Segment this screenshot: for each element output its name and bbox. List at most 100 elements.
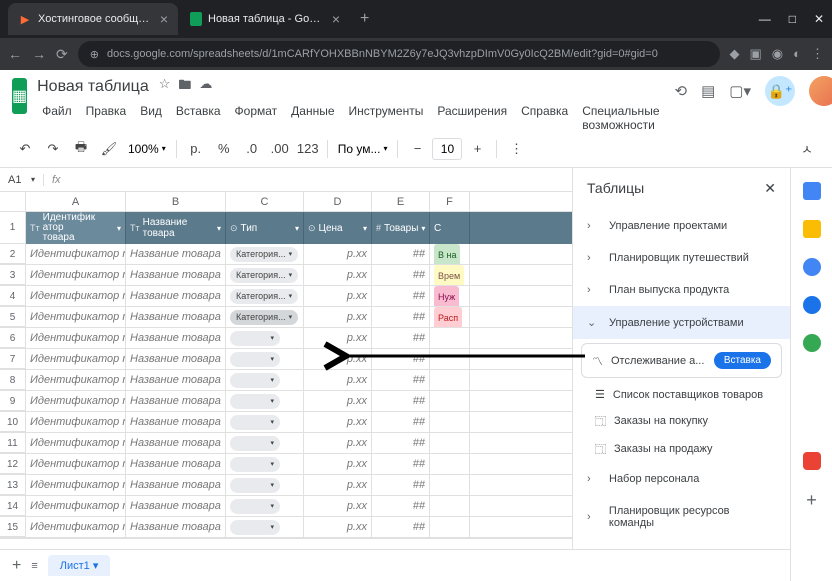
cell[interactable]: ▾ [226, 328, 304, 348]
cell[interactable]: Идентификатор това [26, 475, 126, 495]
cell[interactable]: ▾ [226, 517, 304, 537]
cell[interactable] [430, 391, 470, 411]
addon-icon[interactable] [803, 452, 821, 470]
table-row[interactable]: 6 Идентификатор това Название товара ▾ р… [0, 328, 572, 349]
history-icon[interactable]: ⟲ [675, 82, 688, 100]
cell[interactable] [430, 433, 470, 453]
cell[interactable] [430, 349, 470, 369]
table-row[interactable]: 15 Идентификатор това Название товара ▾ … [0, 517, 572, 538]
cell[interactable]: Категория... ▾ [226, 307, 304, 327]
cell[interactable]: р.xx [304, 328, 372, 348]
cell[interactable]: ## [372, 475, 430, 495]
select-all-corner[interactable] [0, 192, 26, 211]
cell[interactable]: р.xx [304, 265, 372, 285]
redo-button[interactable]: ↷ [40, 136, 66, 162]
menu-insert[interactable]: Вставка [171, 102, 226, 134]
cell[interactable]: Идентификатор това [26, 496, 126, 516]
cell[interactable]: ▾ [226, 496, 304, 516]
row-number[interactable]: 3 [0, 265, 26, 285]
cell[interactable]: ## [372, 349, 430, 369]
column-header[interactable]: D [304, 192, 372, 211]
sidepanel-template[interactable]: ⿹ Заказы на продажу [573, 435, 790, 463]
account-avatar[interactable] [809, 76, 832, 106]
cell[interactable] [430, 475, 470, 495]
row-number[interactable]: 1 [0, 212, 26, 244]
cell[interactable]: Категория... ▾ [226, 244, 304, 264]
table-row[interactable]: 9 Идентификатор това Название товара ▾ р… [0, 391, 572, 412]
document-title[interactable]: Новая таблица [37, 78, 149, 96]
cell[interactable]: ▾ [226, 454, 304, 474]
column-header[interactable]: B [126, 192, 226, 211]
move-icon[interactable]: 🖿 [178, 76, 191, 98]
cell[interactable]: ## [372, 307, 430, 327]
name-box[interactable]: A1▾ [0, 174, 44, 186]
all-sheets-button[interactable]: ≡ [31, 560, 37, 572]
cell[interactable]: ▾ [226, 391, 304, 411]
row-number[interactable]: 9 [0, 391, 26, 411]
menu-edit[interactable]: Правка [81, 102, 132, 134]
sidepanel-category[interactable]: › План выпуска продукта [573, 274, 790, 306]
menu-data[interactable]: Данные [286, 102, 339, 134]
column-header[interactable]: C [226, 192, 304, 211]
reload-button[interactable]: ⟳ [56, 46, 68, 63]
cell[interactable]: Название товара [126, 349, 226, 369]
table-header-cell[interactable]: ⊙Тип▾ [226, 212, 304, 244]
row-number[interactable]: 2 [0, 244, 26, 264]
cell[interactable] [430, 496, 470, 516]
currency-button[interactable]: р. [183, 136, 209, 162]
cell[interactable]: р.xx [304, 370, 372, 390]
cell[interactable]: Идентификатор това [26, 517, 126, 537]
menu-extensions[interactable]: Расширения [432, 102, 512, 134]
sheet-tab[interactable]: Лист1 ▾ [48, 555, 111, 576]
cell[interactable]: Название товара [126, 244, 226, 264]
table-header-cell[interactable]: С [430, 212, 470, 244]
star-icon[interactable]: ☆ [159, 76, 171, 98]
table-row[interactable]: 11 Идентификатор това Название товара ▾ … [0, 433, 572, 454]
cell[interactable]: Идентификатор това [26, 244, 126, 264]
extension-icon[interactable]: ◐ [793, 46, 801, 62]
cell[interactable]: Название товара [126, 286, 226, 306]
row-number[interactable]: 10 [0, 412, 26, 432]
table-row[interactable]: 13 Идентификатор това Название товара ▾ … [0, 475, 572, 496]
cell[interactable]: р.xx [304, 349, 372, 369]
undo-button[interactable]: ↶ [12, 136, 38, 162]
decimal-increase-button[interactable]: .00 [267, 136, 293, 162]
forward-button[interactable]: → [32, 46, 46, 62]
cell[interactable]: ## [372, 328, 430, 348]
sidepanel-template[interactable]: ☰ Список поставщиков товаров [573, 382, 790, 407]
cell[interactable]: р.xx [304, 454, 372, 474]
cloud-icon[interactable]: ☁ [199, 76, 212, 98]
menu-file[interactable]: Файл [37, 102, 77, 134]
sidepanel-template[interactable]: 〽 Отслеживание а... Вставка [581, 343, 782, 378]
extension-icon[interactable]: ◉ [772, 46, 783, 62]
sidepanel-category[interactable]: › Планировщик ресурсов команды [573, 495, 790, 539]
cell[interactable] [430, 328, 470, 348]
cell[interactable]: ## [372, 391, 430, 411]
extension-icon[interactable]: ▣ [750, 46, 762, 62]
cell[interactable]: ▾ [226, 349, 304, 369]
tasks-icon[interactable] [803, 258, 821, 276]
close-sidepanel-icon[interactable]: ✕ [764, 180, 776, 197]
cell[interactable]: Идентификатор това [26, 307, 126, 327]
cell[interactable]: Название товара [126, 517, 226, 537]
cell[interactable]: р.xx [304, 412, 372, 432]
close-icon[interactable]: × [160, 11, 168, 27]
extension-icon[interactable]: ◆ [730, 46, 740, 62]
table-row[interactable]: 5 Идентификатор това Название товара Кат… [0, 307, 572, 328]
row-number[interactable]: 4 [0, 286, 26, 306]
font-decrease-button[interactable]: − [404, 136, 430, 162]
more-toolbar-button[interactable]: ⋮ [503, 136, 529, 162]
table-row[interactable]: 12 Идентификатор това Название товара ▾ … [0, 454, 572, 475]
print-button[interactable]: 🖶 [68, 136, 94, 162]
add-sheet-button[interactable]: + [12, 557, 21, 575]
cell[interactable] [430, 517, 470, 537]
sidepanel-category[interactable]: › Набор персонала [573, 463, 790, 495]
cell[interactable]: ▾ [226, 370, 304, 390]
sidepanel-category[interactable]: › Планировщик путешествий [573, 242, 790, 274]
cell[interactable]: Название товара [126, 454, 226, 474]
cell[interactable]: ## [372, 412, 430, 432]
back-button[interactable]: ← [8, 46, 22, 62]
cell[interactable]: ## [372, 496, 430, 516]
cell[interactable]: ## [372, 370, 430, 390]
cell[interactable]: ## [372, 433, 430, 453]
